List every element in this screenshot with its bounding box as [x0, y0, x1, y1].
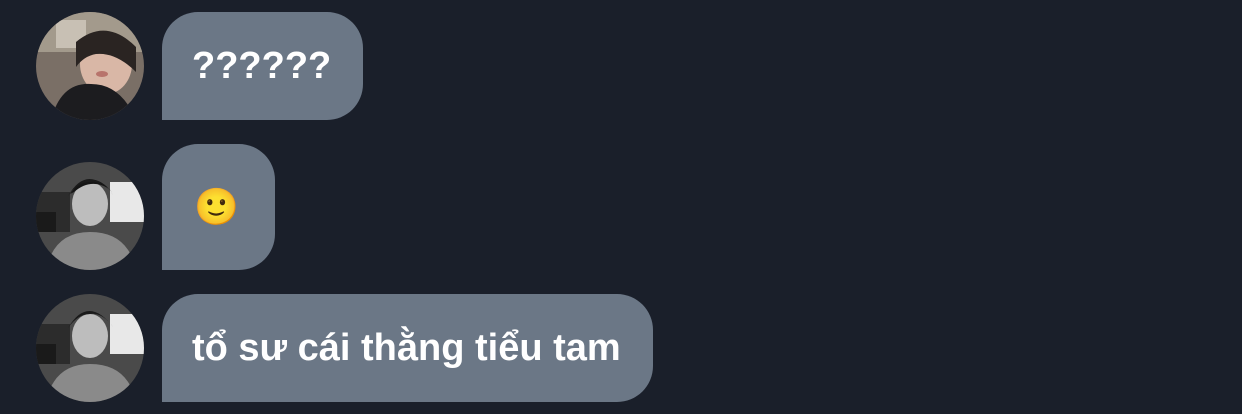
message-bubble[interactable]: 🙂 — [162, 144, 275, 270]
message-row: ?????? — [36, 12, 364, 120]
message-text: ?????? — [192, 45, 332, 87]
avatar-photo — [36, 162, 144, 270]
message-bubble[interactable]: tổ sư cái thằng tiểu tam — [162, 294, 653, 402]
smiley-emoji-icon: 🙂 — [194, 186, 239, 227]
avatar[interactable] — [36, 294, 144, 402]
avatar[interactable] — [36, 12, 144, 120]
message-row: tổ sư cái thằng tiểu tam — [36, 294, 653, 402]
avatar-photo — [36, 294, 144, 402]
chat-thread: ?????? 🙂 tổ sư cái thằng tiểu tam — [0, 0, 1242, 414]
message-bubble[interactable]: ?????? — [162, 12, 364, 120]
avatar[interactable] — [36, 162, 144, 270]
message-row: 🙂 — [36, 144, 275, 270]
message-text: tổ sư cái thằng tiểu tam — [192, 327, 621, 369]
avatar-photo — [36, 12, 144, 120]
